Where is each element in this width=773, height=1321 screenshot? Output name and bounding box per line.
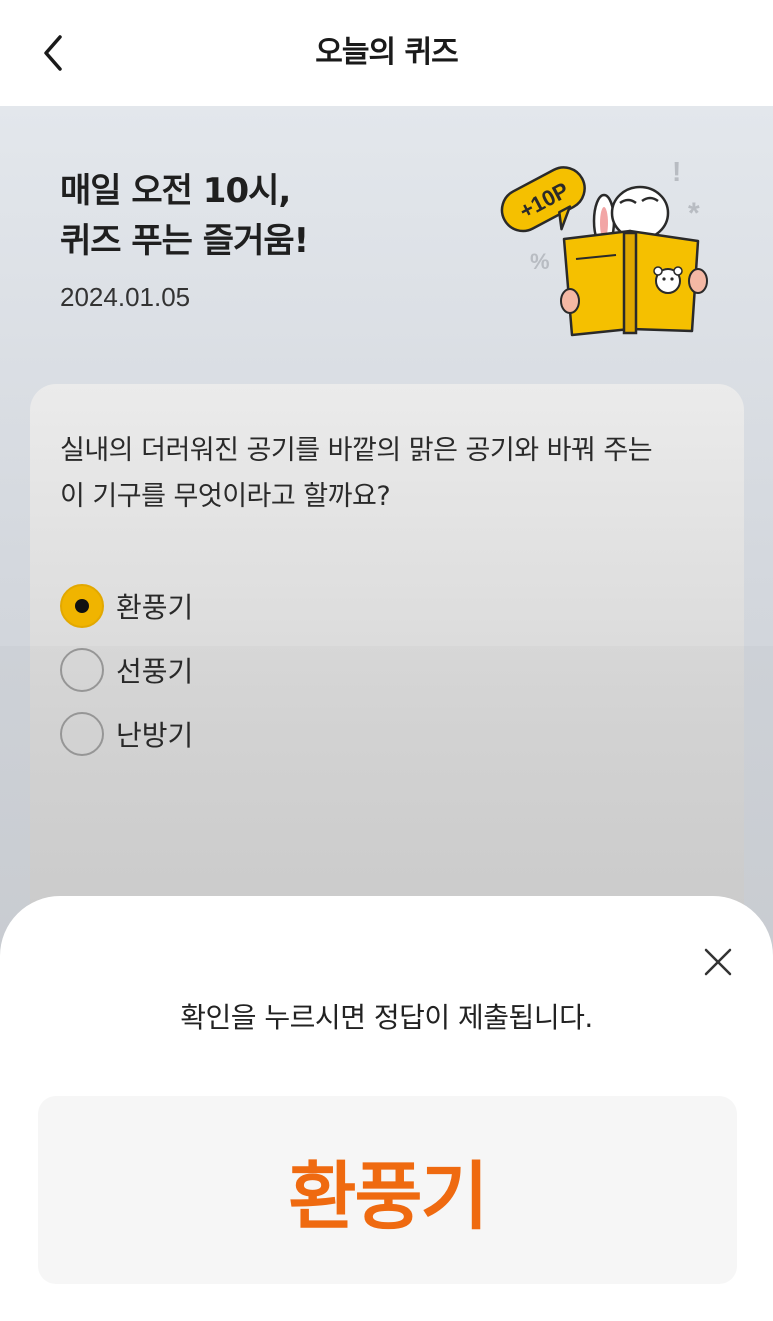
confirm-bottom-sheet: 확인을 누르시면 정답이 제출됩니다. 환풍기 — [0, 896, 773, 1321]
svg-text:!: ! — [672, 156, 681, 187]
quiz-date: 2024.01.05 — [60, 282, 191, 312]
header: 오늘의 퀴즈 — [0, 0, 773, 106]
option-1[interactable]: 환풍기 — [60, 574, 193, 638]
quiz-screen: 오늘의 퀴즈 매일 오전 10시, 퀴즈 푸는 즐거움! 2024.01.05 … — [0, 0, 773, 1321]
close-icon — [704, 948, 732, 976]
selected-answer: 환풍기 — [288, 1153, 488, 1240]
question-line1: 실내의 더러워진 공기를 바깥의 맑은 공기와 바꿔 주는 — [60, 435, 653, 466]
hero-title-line1: 매일 오전 10시, — [60, 171, 291, 211]
svg-text:*: * — [688, 197, 700, 230]
question-line2: 이 기구를 무엇이라고 할까요? — [60, 481, 391, 512]
hero-title-line2: 퀴즈 푸는 즐거움! — [60, 221, 309, 261]
option-label: 환풍기 — [116, 591, 194, 624]
close-button[interactable] — [696, 940, 740, 984]
radio-button-selected[interactable] — [60, 584, 104, 628]
submit-answer-button[interactable]: 환풍기 — [38, 1096, 737, 1284]
page-title: 오늘의 퀴즈 — [315, 35, 458, 70]
rabbit-reading-book-illustration: +10P ! * % — [500, 156, 708, 337]
hero-section: 매일 오전 10시, 퀴즈 푸는 즐거움! 2024.01.05 — [60, 166, 480, 313]
question-text: 실내의 더러워진 공기를 바깥의 맑은 공기와 바꿔 주는 이 기구를 무엇이라… — [60, 428, 720, 520]
svg-text:%: % — [530, 249, 550, 274]
confirm-message: 확인을 누르시면 정답이 제출됩니다. — [180, 1001, 593, 1034]
